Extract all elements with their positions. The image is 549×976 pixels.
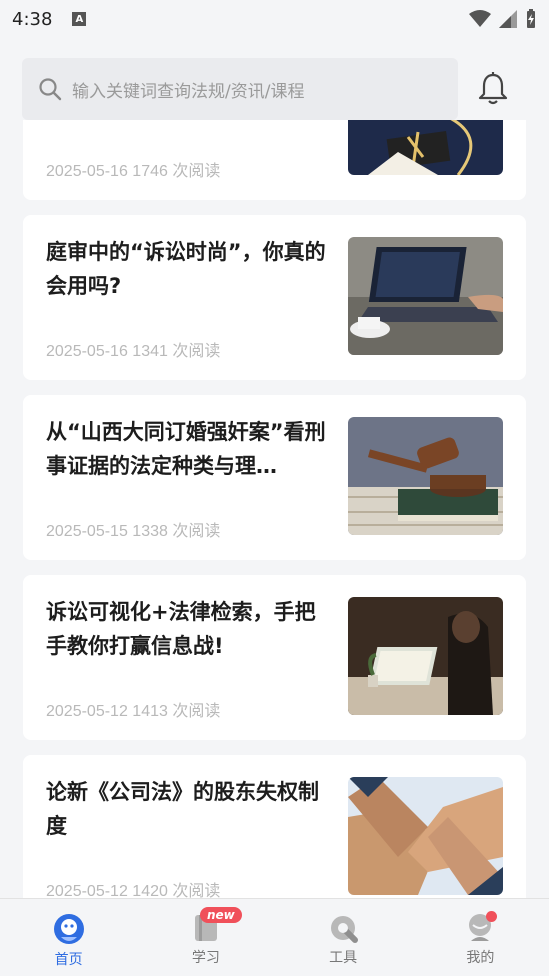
status-time: 4:38 (12, 8, 53, 30)
wrench-icon (331, 916, 359, 943)
search-input[interactable]: 输入关键词查询法规/资讯/课程 (22, 58, 458, 120)
bell-icon (478, 72, 508, 105)
tab-home[interactable]: 首页 (0, 899, 137, 976)
article-thumbnail (348, 777, 503, 895)
article-card[interactable]: 庭审中的“诉讼时尚”，你真的会用吗? 2025-05-16 1341 次阅读 (23, 215, 526, 380)
notification-a-icon: A (72, 12, 87, 26)
new-badge: new (200, 907, 242, 923)
article-meta: 2025-05-16 1341 次阅读 (46, 343, 221, 360)
signal-icon (499, 10, 517, 28)
tab-tools[interactable]: 工具 (275, 899, 412, 976)
tab-label: 工具 (329, 950, 358, 966)
article-card[interactable]: 从“山西大同订婚强奸案”看刑事证据的法定种类与理… 2025-05-15 133… (23, 395, 526, 560)
bottom-tab-bar: 首页 学习 new 工具 我的 (0, 898, 549, 976)
article-meta: 2025-05-12 1413 次阅读 (46, 703, 221, 720)
article-meta: 2025-05-15 1338 次阅读 (46, 523, 221, 540)
article-card[interactable]: 诉讼可视化+法律检索，手把手教你打赢信息战! 2025-05-12 1413 次… (23, 575, 526, 740)
home-icon (53, 914, 84, 944)
article-card[interactable]: 2025-05-16 1746 次阅读 (23, 120, 526, 200)
article-thumbnail (348, 120, 503, 175)
article-title: 诉讼可视化+法律检索，手把手教你打赢信息战! (46, 600, 316, 658)
tab-label: 我的 (466, 950, 495, 966)
battery-icon (527, 9, 535, 28)
article-thumbnail (348, 237, 503, 355)
tab-label: 首页 (54, 952, 83, 968)
article-meta: 2025-05-12 1420 次阅读 (46, 883, 221, 898)
article-title: 庭审中的“诉讼时尚”，你真的会用吗? (46, 240, 326, 298)
search-icon (39, 78, 62, 101)
article-meta: 2025-05-16 1746 次阅读 (46, 163, 221, 180)
search-placeholder: 输入关键词查询法规/资讯/课程 (72, 81, 305, 102)
tab-profile[interactable]: 我的 (412, 899, 549, 976)
tab-label: 学习 (191, 950, 220, 966)
status-bar: 4:38 A (0, 0, 549, 38)
wifi-icon (469, 10, 491, 27)
article-title: 从“山西大同订婚强奸案”看刑事证据的法定种类与理… (46, 420, 326, 478)
notification-dot (486, 911, 497, 922)
article-thumbnail (348, 417, 503, 535)
article-thumbnail (348, 597, 503, 715)
article-title: 论新《公司法》的股东失权制度 (46, 780, 319, 838)
notification-button[interactable] (458, 58, 528, 120)
article-card[interactable]: 论新《公司法》的股东失权制度 2025-05-12 1420 次阅读 (23, 755, 526, 898)
article-feed[interactable]: 2025-05-16 1746 次阅读 庭审中的“诉讼时尚”，你真的会用吗? 2… (0, 120, 549, 898)
search-row: 输入关键词查询法规/资讯/课程 (22, 58, 528, 120)
